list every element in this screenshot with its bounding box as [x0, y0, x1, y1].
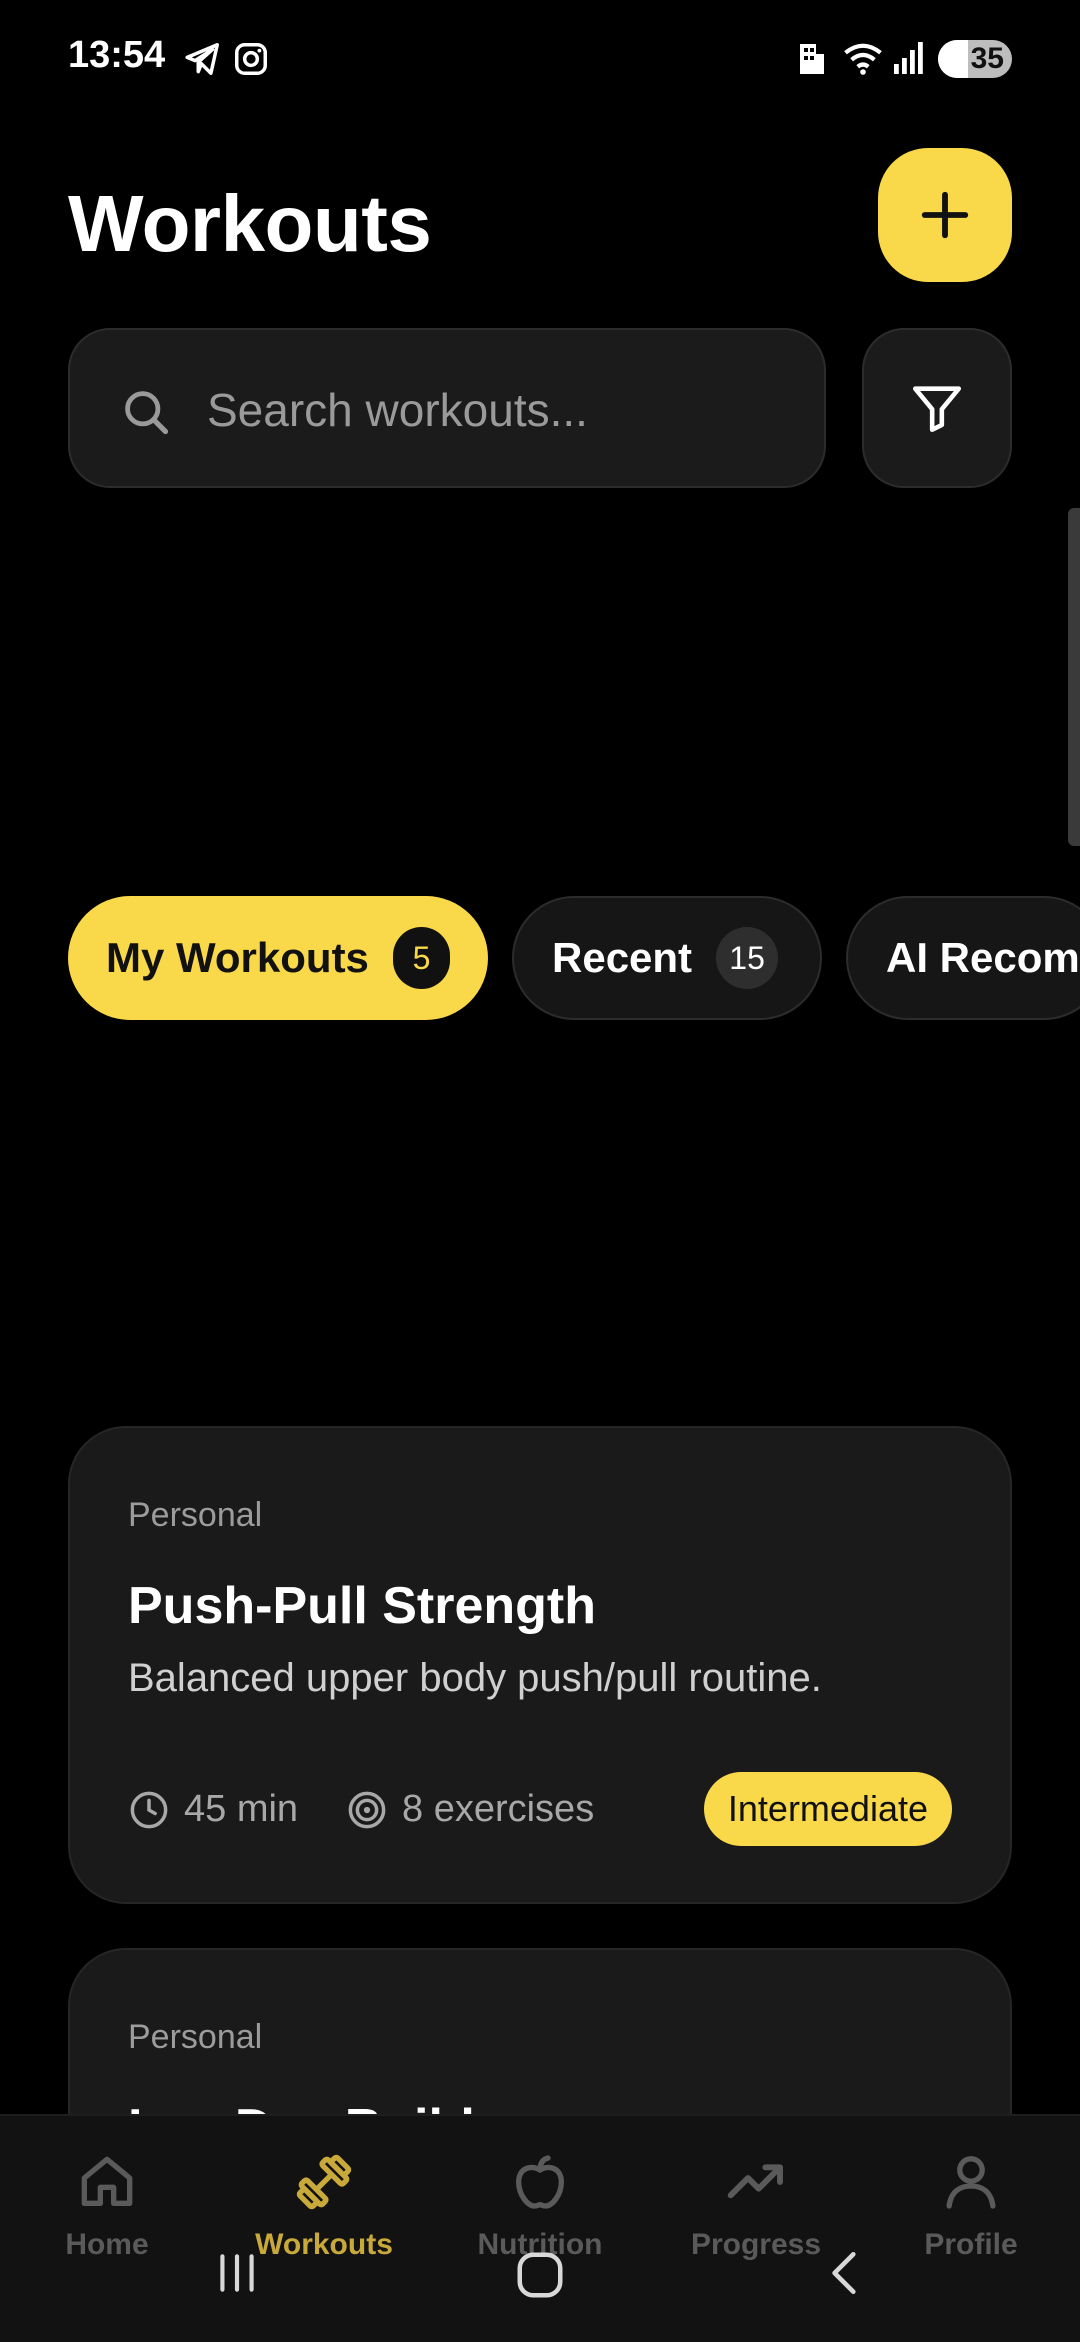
tab-recent[interactable]: Recent 15 — [512, 896, 822, 1020]
search-box[interactable] — [68, 328, 826, 488]
nav-label: Profile — [924, 2228, 1018, 2261]
home-system-icon[interactable] — [513, 2248, 567, 2302]
tab-ai-recommended[interactable]: AI Recomm — [846, 896, 1080, 1020]
clock-icon — [130, 1791, 168, 1828]
nav-progress[interactable]: Progress — [681, 2150, 831, 2262]
card-title: Push-Pull Strength — [128, 1577, 596, 1635]
status-time: 13:54 — [68, 34, 166, 76]
battery-level: 35 — [970, 42, 1004, 75]
trending-up-icon — [727, 2164, 783, 2199]
card-category: Personal — [128, 2018, 263, 2056]
user-icon — [946, 2156, 996, 2209]
recent-apps-icon[interactable] — [212, 2248, 262, 2298]
building-icon — [800, 44, 824, 74]
instagram-icon — [235, 43, 267, 75]
duration-text: 45 min — [184, 1788, 299, 1830]
tab-my-workouts[interactable]: My Workouts 5 — [68, 896, 488, 1020]
nav-profile[interactable]: Profile — [896, 2150, 1046, 2262]
nav-home[interactable]: Home — [32, 2150, 182, 2262]
tab-label: AI Recomm — [886, 934, 1080, 981]
plus-icon — [921, 191, 969, 239]
nav-label: Workouts — [255, 2228, 393, 2261]
search-input[interactable] — [205, 374, 769, 446]
add-workout-button[interactable] — [878, 148, 1012, 282]
battery-indicator: 35 — [938, 40, 1012, 78]
nav-label: Home — [65, 2228, 149, 2261]
signal-icon — [894, 42, 923, 74]
wifi-icon — [844, 43, 882, 75]
back-icon[interactable] — [820, 2248, 870, 2298]
tab-label: My Workouts — [106, 934, 369, 981]
target-icon — [348, 1791, 386, 1828]
search-icon — [125, 391, 169, 435]
exercise-count: 8 exercises — [346, 1788, 594, 1831]
scroll-handle[interactable] — [1068, 508, 1080, 846]
nav-workouts[interactable]: Workouts — [249, 2150, 399, 2262]
tab-count-badge: 5 — [392, 927, 450, 989]
filter-icon — [912, 386, 962, 433]
card-category: Personal — [128, 1496, 263, 1534]
dumbbell-icon — [296, 2154, 352, 2210]
tab-count-badge: 15 — [716, 927, 779, 989]
nav-nutrition[interactable]: Nutrition — [465, 2150, 615, 2262]
duration: 45 min — [128, 1788, 298, 1831]
difficulty-badge: Intermediate — [703, 1772, 952, 1846]
apple-icon — [516, 2155, 564, 2209]
home-icon — [81, 2156, 133, 2206]
workout-card[interactable]: Personal Push-Pull Strength Balanced upp… — [68, 1426, 1012, 1904]
page-title: Workouts — [68, 179, 432, 268]
charging-icon — [938, 40, 968, 78]
tab-label: Recent — [552, 934, 693, 981]
card-description: Balanced upper body push/pull routine. — [128, 1656, 822, 1700]
telegram-icon — [185, 43, 219, 75]
nav-label: Progress — [690, 2228, 822, 2261]
exercise-count-text: 8 exercises — [402, 1788, 595, 1830]
filter-button[interactable] — [862, 328, 1012, 488]
